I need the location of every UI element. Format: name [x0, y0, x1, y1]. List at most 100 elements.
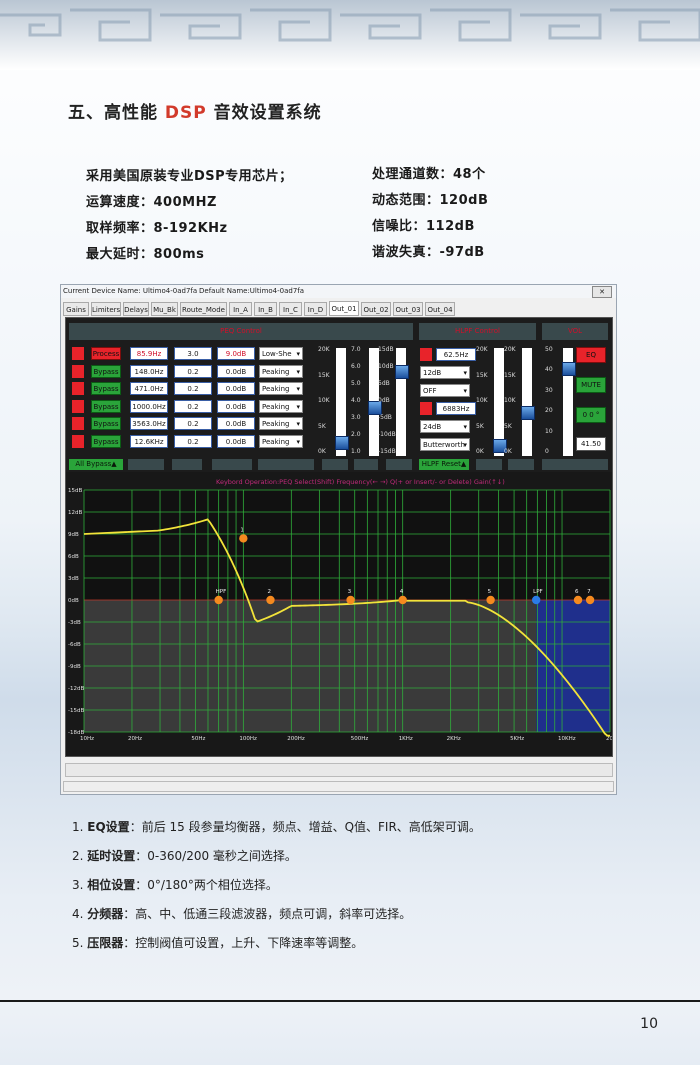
- fader-scale-label: 0K: [504, 448, 512, 455]
- band-frequency-input[interactable]: 85.9Hz: [130, 347, 168, 360]
- feature-desc: ：0-360/200 毫秒之间选择。: [135, 849, 297, 863]
- feature-title: 分频器: [87, 907, 124, 921]
- phase-button[interactable]: 0 0 °: [576, 407, 606, 423]
- peq-reset-freq-button[interactable]: [128, 459, 164, 470]
- eq-marker-3: [346, 595, 355, 605]
- vol-reset-button[interactable]: [542, 459, 608, 470]
- band-type-select[interactable]: Peaking: [259, 399, 303, 413]
- fader-scale-label: 15dB: [378, 346, 394, 353]
- band-type-select[interactable]: Peaking: [259, 364, 303, 378]
- eq-marker-label: 7: [587, 589, 591, 595]
- tab-mu-bk[interactable]: Mu_Bk: [151, 302, 178, 316]
- lpf-type-select[interactable]: Butterworth: [420, 438, 470, 451]
- section-title-accent: DSP: [164, 103, 207, 123]
- peq-gain-fader-track[interactable]: [396, 348, 406, 456]
- fader-scale-label: 15K: [504, 371, 516, 379]
- peq-reset-q-button[interactable]: [172, 459, 202, 470]
- band-bypass-button[interactable]: Bypass: [91, 434, 121, 448]
- band-q-input[interactable]: 0.2: [174, 434, 212, 448]
- band-q-input[interactable]: 0.2: [174, 417, 212, 430]
- band-bypass-button[interactable]: Bypass: [91, 417, 121, 430]
- band-frequency-input[interactable]: 148.0Hz: [130, 364, 168, 378]
- tab-out-03[interactable]: Out_03: [393, 302, 423, 316]
- band-q-input[interactable]: 3.0: [174, 347, 212, 360]
- lpf-slope-select[interactable]: 24dB: [420, 420, 470, 433]
- y-axis-label: 6dB: [68, 554, 79, 560]
- mute-button[interactable]: MUTE: [576, 377, 606, 393]
- band-gain-input[interactable]: 9.0dB: [217, 347, 255, 360]
- tab-delays[interactable]: Delays: [123, 302, 149, 316]
- hlpf-slope-reset-button[interactable]: [508, 459, 534, 470]
- tab-out-02[interactable]: Out_02: [361, 302, 391, 316]
- tab-in-d[interactable]: In_D: [304, 302, 327, 316]
- feature-number: 4.: [72, 907, 84, 921]
- header-decoration: [0, 0, 700, 70]
- band-bypass-button[interactable]: Bypass: [91, 399, 121, 413]
- band-bypass-button[interactable]: Bypass: [91, 382, 121, 395]
- lpf-fader-thumb[interactable]: [521, 405, 535, 420]
- lpf-frequency-input[interactable]: 6883Hz: [436, 402, 476, 415]
- fader-reset-gain-button[interactable]: [386, 459, 412, 470]
- band-frequency-input[interactable]: 1000.0Hz: [130, 399, 168, 413]
- band-gain-input[interactable]: 0.0dB: [217, 399, 255, 413]
- horizontal-scrollbar[interactable]: [63, 781, 614, 792]
- fader-reset-freq-button[interactable]: [322, 459, 348, 470]
- band-type-select[interactable]: Peaking: [259, 434, 303, 448]
- feature-desc: ：控制阀值可设置，上升、下降速率等调整。: [123, 936, 364, 950]
- volume-value[interactable]: 41.50: [576, 437, 606, 451]
- eq-marker-7: [585, 595, 595, 605]
- feature-title: 相位设置: [87, 878, 136, 892]
- fader-scale-label: 10K: [476, 397, 488, 404]
- close-icon[interactable]: ✕: [592, 286, 612, 298]
- band-type-select[interactable]: Low-She: [259, 347, 303, 360]
- band-gain-input[interactable]: 0.0dB: [217, 364, 255, 378]
- band-frequency-input[interactable]: 3563.0Hz: [130, 417, 168, 430]
- tab-out-04[interactable]: Out_04: [425, 302, 455, 316]
- fader-scale-label: 0dB: [378, 397, 390, 404]
- spec-chip: 采用美国原装专业DSP专用芯片；: [86, 169, 293, 184]
- band-q-input[interactable]: 0.2: [174, 364, 212, 378]
- eq-response-graph[interactable]: Keybord Operation:PEQ Select(Shift) Freq…: [66, 472, 612, 756]
- band-gain-input[interactable]: 0.0dB: [217, 382, 255, 395]
- feature-desc: ：高、中、低通三段滤波器，频点可调，斜率可选择。: [123, 907, 412, 921]
- band-bypass-button[interactable]: Process: [91, 347, 121, 360]
- hlpf-reset-button[interactable]: HLPF Reset▲: [419, 459, 469, 470]
- peq-reset-type-button[interactable]: [258, 459, 314, 470]
- band-type-select[interactable]: Peaking: [259, 382, 303, 395]
- lpf-fader-track[interactable]: [522, 348, 532, 456]
- tab-in-b[interactable]: In_B: [254, 302, 277, 316]
- feature-desc: ：前后 15 段参量均衡器，频点、增益、Q值、FIR、高低架可调。: [129, 820, 481, 834]
- band-bypass-button[interactable]: Bypass: [91, 364, 121, 378]
- feature-item-phase: 3. 相位设置：0°/180°两个相位选择。: [72, 876, 278, 893]
- peq-gain-fader-thumb[interactable]: [395, 365, 409, 380]
- tab-gains[interactable]: Gains: [63, 302, 89, 316]
- hpf-slope-select[interactable]: 12dB: [420, 366, 470, 379]
- band-frequency-input[interactable]: 12.6KHz: [130, 434, 168, 448]
- all-bypass-button[interactable]: All Bypass▲: [69, 459, 123, 470]
- band-frequency-input[interactable]: 471.0Hz: [130, 382, 168, 395]
- band-gain-input[interactable]: 0.0dB: [217, 417, 255, 430]
- band-gain-input[interactable]: 0.0dB: [217, 434, 255, 448]
- volume-fader-thumb[interactable]: [562, 362, 576, 377]
- band-type-select[interactable]: Peaking: [259, 417, 303, 430]
- fader-scale-label: 4.0: [351, 397, 361, 404]
- fader-reset-q-button[interactable]: [354, 459, 378, 470]
- fader-scale-label: 10dB: [378, 363, 394, 370]
- tab-in-a[interactable]: In_A: [229, 302, 252, 316]
- eq-marker-label: 6: [575, 589, 579, 595]
- tab-in-c[interactable]: In_C: [279, 302, 302, 316]
- peq-reset-gain-button[interactable]: [212, 459, 252, 470]
- tab-limiters[interactable]: Limiters: [91, 302, 121, 316]
- status-bar: [65, 763, 613, 777]
- fader-scale-label: 50: [545, 346, 553, 353]
- hlpf-freq-reset-button[interactable]: [476, 459, 502, 470]
- hpf-type-select[interactable]: OFF: [420, 384, 470, 397]
- fader-scale-label: 5dB: [378, 380, 390, 387]
- tab-route-mode[interactable]: Route_Mode: [180, 302, 227, 316]
- band-q-input[interactable]: 0.2: [174, 382, 212, 395]
- tab-out-01[interactable]: Out_01: [329, 301, 359, 316]
- band-q-input[interactable]: 0.2: [174, 399, 212, 413]
- peq-freq-fader-thumb[interactable]: [335, 436, 349, 451]
- eq-button[interactable]: EQ: [576, 347, 606, 363]
- hpf-frequency-input[interactable]: 62.5Hz: [436, 348, 476, 361]
